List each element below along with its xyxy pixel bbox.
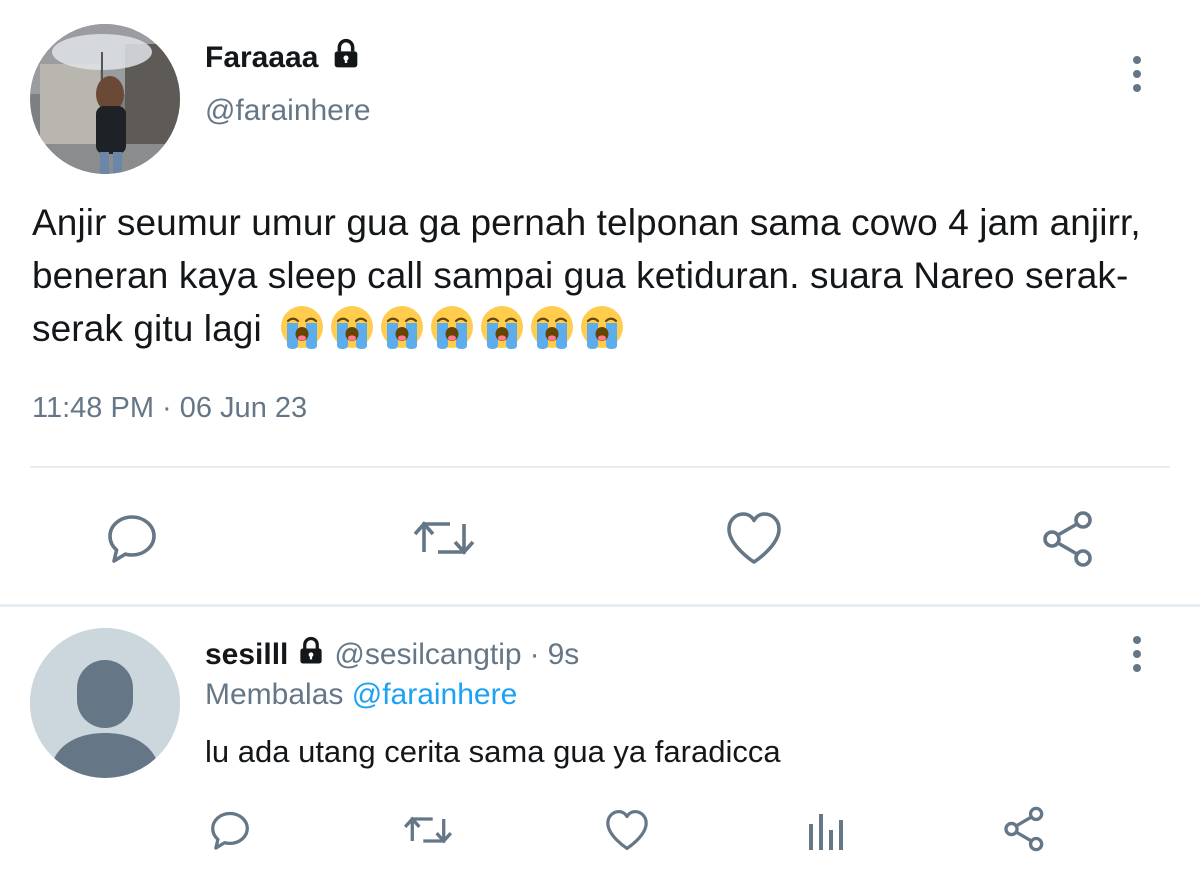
reply-avatar[interactable] — [30, 628, 180, 778]
replying-label: Membalas — [205, 678, 344, 711]
loudly-crying-face-icon — [528, 303, 576, 351]
reply-icon[interactable] — [104, 510, 160, 571]
tweet-timestamp[interactable]: 11:48 PM · 06 Jun 23 — [32, 392, 307, 425]
loudly-crying-face-icon — [478, 303, 526, 351]
more-vertical-icon[interactable] — [1122, 634, 1152, 683]
share-icon[interactable] — [1040, 510, 1098, 573]
author-handle[interactable]: @farainhere — [205, 94, 371, 128]
loudly-crying-face-icon — [578, 303, 626, 351]
reply-handle[interactable]: @sesilcangtip — [334, 638, 521, 672]
emoji-group — [278, 303, 626, 351]
lock-icon — [296, 636, 326, 674]
reply-header: sesilll @sesilcangtip · 9s — [205, 636, 579, 674]
loudly-crying-face-icon — [378, 303, 426, 351]
like-icon[interactable] — [604, 808, 650, 857]
retweet-icon[interactable] — [412, 510, 476, 571]
loudly-crying-face-icon — [278, 303, 326, 351]
retweet-icon[interactable] — [402, 808, 454, 857]
reply-display-name[interactable]: sesilll — [205, 638, 288, 672]
divider — [30, 466, 1170, 468]
reply-icon[interactable] — [208, 808, 252, 857]
tweet-text: Anjir seumur umur gua ga pernah telponan… — [32, 196, 1182, 355]
reply-time[interactable]: 9s — [548, 638, 580, 672]
reply-separator: · — [529, 638, 540, 671]
loudly-crying-face-icon — [428, 303, 476, 351]
author-name-row: Faraaaa — [205, 38, 362, 78]
replying-to: Membalas @farainhere — [205, 678, 517, 712]
author-avatar[interactable] — [30, 24, 180, 174]
reply-text: lu ada utang cerita sama gua ya faradicc… — [205, 734, 781, 769]
default-avatar-icon — [30, 628, 180, 778]
more-vertical-icon[interactable] — [1122, 54, 1152, 103]
analytics-icon[interactable] — [806, 810, 846, 857]
share-icon[interactable] — [1002, 806, 1048, 857]
author-display-name[interactable]: Faraaaa — [205, 41, 318, 75]
section-separator — [0, 604, 1200, 607]
like-icon[interactable] — [724, 510, 784, 571]
replying-mention[interactable]: @farainhere — [352, 678, 518, 711]
lock-icon — [330, 38, 362, 78]
loudly-crying-face-icon — [328, 303, 376, 351]
